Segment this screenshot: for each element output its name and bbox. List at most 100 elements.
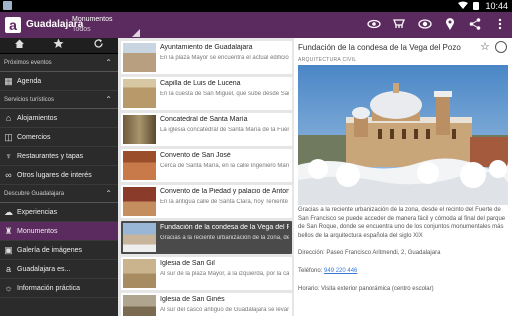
thumbnail bbox=[123, 43, 156, 72]
clock: 10:44 bbox=[485, 1, 508, 11]
list-item-title: Concatedral de Santa María bbox=[160, 116, 248, 123]
section-header-events[interactable]: Próximos eventos ⌃ bbox=[0, 54, 118, 72]
restaurant-icon[interactable] bbox=[391, 17, 407, 33]
thumbnail bbox=[123, 151, 156, 180]
list-item-subtitle: Al sur del casco antiguo de Guadalajara … bbox=[160, 307, 289, 313]
tab-refresh[interactable] bbox=[79, 38, 118, 53]
sidebar-item-agenda[interactable]: ▦ Agenda bbox=[0, 72, 118, 91]
status-bar: 10:44 bbox=[0, 0, 512, 12]
sidebar-item-restaurantes[interactable]: ♆ Restaurantes y tapas bbox=[0, 147, 118, 166]
list-item-title: Iglesia de San Ginés bbox=[160, 296, 225, 303]
list-item-subtitle: En la antigua calle de Santa Clara, hoy … bbox=[160, 199, 289, 205]
share-circle-icon[interactable] bbox=[495, 41, 507, 53]
sidebar-item-informacion[interactable]: ☼ Información práctica bbox=[0, 279, 118, 298]
wifi-icon bbox=[458, 1, 468, 9]
info-icon: a bbox=[5, 264, 11, 274]
bed-icon: ⌂ bbox=[5, 113, 12, 123]
detail-address: Dirección: Paseo Francisco Aritmendi, 2,… bbox=[298, 250, 441, 256]
section-header-label: Próximos eventos bbox=[4, 60, 52, 66]
calendar-icon: ▦ bbox=[4, 76, 13, 86]
spinner-corner-icon bbox=[132, 29, 140, 37]
section-spinner[interactable]: Monumentos Todos bbox=[72, 15, 152, 37]
sidebar-item-label: Agenda bbox=[17, 78, 42, 85]
battery-icon bbox=[473, 2, 479, 10]
view-icon[interactable] bbox=[417, 17, 433, 33]
list-item-title: Capilla de Luis de Lucena bbox=[160, 80, 241, 87]
favorite-star-icon[interactable]: ☆ bbox=[480, 40, 490, 53]
sidebar-item-otros-lugares[interactable]: ∞ Otros lugares de interés bbox=[0, 166, 118, 185]
detail-description: Gracias a la reciente urbanización de la… bbox=[298, 207, 506, 239]
sidebar: Próximos eventos ⌃ ▦ Agenda Servicios tu… bbox=[0, 38, 118, 316]
thumbnail bbox=[123, 187, 156, 216]
section-header-label: Servicios turísticos bbox=[4, 97, 55, 103]
map-pin-icon[interactable] bbox=[442, 17, 458, 33]
list-item-title: Ayuntamiento de Guadalajara bbox=[160, 44, 253, 51]
thumbnail bbox=[123, 115, 156, 144]
monument-list: Ayuntamiento de Guadalajara En la plaza … bbox=[118, 38, 294, 316]
sidebar-item-label: Otros lugares de interés bbox=[17, 172, 92, 179]
star-icon bbox=[53, 38, 64, 48]
list-item-selected[interactable]: Fundación de la condesa de la Vega del P… bbox=[121, 221, 292, 254]
list-item-subtitle: En la plaza Mayor se encuentra el actual… bbox=[160, 55, 289, 61]
tab-favorites[interactable] bbox=[39, 38, 78, 53]
sidebar-item-label: Alojamientos bbox=[17, 115, 58, 122]
list-item-subtitle: Al sur de la plaza Mayor, a la izquierda… bbox=[160, 271, 289, 277]
overflow-menu-icon[interactable] bbox=[492, 17, 508, 33]
home-icon bbox=[15, 39, 25, 48]
sidebar-item-label: Galería de imágenes bbox=[17, 247, 82, 254]
list-item[interactable]: Iglesia de San Gil Al sur de la plaza Ma… bbox=[121, 257, 292, 290]
tab-home[interactable] bbox=[0, 38, 39, 53]
section-header-label: Descubre Guadalajara bbox=[4, 191, 65, 197]
sidebar-tabs bbox=[0, 38, 118, 54]
detail-hours: Horario: Visita exterior panorámica (cen… bbox=[298, 286, 434, 292]
list-item[interactable]: Ayuntamiento de Guadalajara En la plaza … bbox=[121, 41, 292, 74]
sidebar-item-label: Guadalajara es... bbox=[17, 266, 71, 273]
section-header-services[interactable]: Servicios turísticos ⌃ bbox=[0, 91, 118, 109]
share-icon[interactable] bbox=[467, 17, 483, 33]
binoculars-icon: ∞ bbox=[5, 170, 12, 180]
list-item[interactable]: Concatedral de Santa María La iglesia co… bbox=[121, 113, 292, 146]
section-label: Monumentos bbox=[72, 16, 113, 23]
list-item[interactable]: Capilla de Luis de Lucena En la cuesta d… bbox=[121, 77, 292, 110]
gallery-icon: ▣ bbox=[4, 245, 13, 255]
thumbnail bbox=[123, 259, 156, 288]
monument-photo bbox=[298, 65, 508, 205]
detail-phone-row: Teléfono: 949 220 446 bbox=[298, 268, 357, 274]
sidebar-item-monumentos[interactable]: ♜ Monumentos bbox=[0, 222, 118, 241]
sidebar-item-label: Información práctica bbox=[17, 285, 81, 292]
list-item[interactable]: Convento de la Piedad y palacio de Anton… bbox=[121, 185, 292, 218]
list-item[interactable]: Iglesia de San Ginés Al sur del casco an… bbox=[121, 293, 292, 316]
phone-label: Teléfono: bbox=[298, 268, 323, 274]
sidebar-item-label: Restaurantes y tapas bbox=[17, 153, 84, 160]
help-icon: ☼ bbox=[4, 283, 13, 293]
list-item-subtitle: La iglesia concatedral de Santa María de… bbox=[160, 127, 289, 133]
refresh-icon bbox=[94, 39, 103, 48]
section-header-discover[interactable]: Descubre Guadalajara ⌃ bbox=[0, 185, 118, 203]
sidebar-item-galeria[interactable]: ▣ Galería de imágenes bbox=[0, 241, 118, 260]
thumbnail bbox=[123, 295, 156, 316]
list-item[interactable]: Convento de San José Cerca de Santa Marí… bbox=[121, 149, 292, 182]
list-item-subtitle: Gracias a la reciente urbanización de la… bbox=[160, 235, 289, 241]
notification-icon bbox=[3, 1, 12, 10]
filter-label: Todos bbox=[72, 26, 91, 33]
sidebar-item-alojamientos[interactable]: ⌂ Alojamientos bbox=[0, 109, 118, 128]
list-item-title: Convento de San José bbox=[160, 152, 231, 159]
list-item-subtitle: En la cuesta de San Miguel, que sube des… bbox=[160, 91, 289, 97]
list-item-title: Fundación de la condesa de la Vega del P… bbox=[160, 224, 289, 231]
thumbnail bbox=[123, 79, 156, 108]
chevron-up-icon: ⌃ bbox=[105, 58, 112, 67]
eye-masks-icon[interactable] bbox=[366, 17, 382, 33]
detail-category: ARQUITECTURA CIVIL bbox=[298, 57, 357, 63]
phone-link[interactable]: 949 220 446 bbox=[324, 268, 357, 274]
sidebar-item-label: Monumentos bbox=[17, 228, 58, 235]
experience-icon: ☁ bbox=[4, 207, 13, 217]
sidebar-item-guadalajara-es[interactable]: a Guadalajara es... bbox=[0, 260, 118, 279]
monument-icon: ♜ bbox=[4, 226, 13, 236]
list-item-title: Iglesia de San Gil bbox=[160, 260, 215, 267]
list-item-title: Convento de la Piedad y palacio de Anton… bbox=[160, 188, 289, 195]
chevron-up-icon: ⌃ bbox=[105, 189, 112, 198]
sidebar-item-comercios[interactable]: ◫ Comercios bbox=[0, 128, 118, 147]
sidebar-item-label: Comercios bbox=[17, 134, 51, 141]
sidebar-item-experiencias[interactable]: ☁ Experiencias bbox=[0, 203, 118, 222]
app-logo-icon[interactable]: a bbox=[5, 17, 21, 33]
